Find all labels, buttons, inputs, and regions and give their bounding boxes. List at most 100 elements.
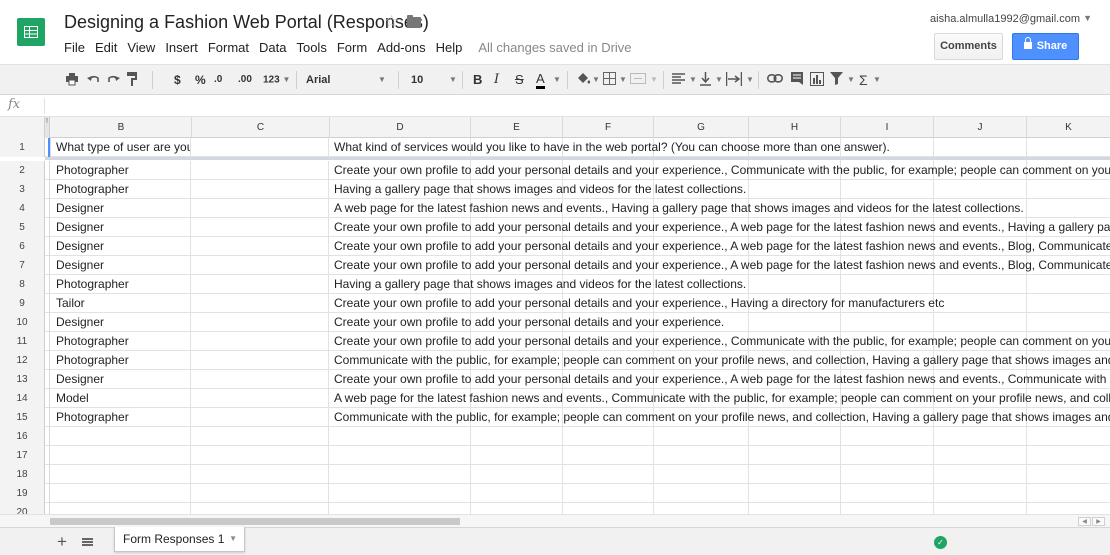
cell-c[interactable] (191, 199, 329, 218)
cell-c[interactable] (191, 275, 329, 294)
cell-c[interactable] (191, 370, 329, 389)
menu-data[interactable]: Data (259, 40, 286, 58)
select-all-corner[interactable] (0, 117, 45, 138)
percent-format-button[interactable]: % (195, 71, 206, 89)
insert-comment-icon[interactable] (791, 72, 803, 90)
insert-chart-icon[interactable] (810, 72, 824, 90)
cell-d[interactable] (329, 427, 1110, 446)
column-header-g[interactable]: G (654, 117, 749, 138)
save-status[interactable]: All changes saved in Drive (478, 40, 631, 58)
all-sheets-icon[interactable] (82, 538, 93, 546)
cell-b[interactable] (50, 427, 191, 446)
folder-icon[interactable] (407, 15, 421, 28)
cell-c[interactable] (191, 313, 329, 332)
cell-d[interactable]: Create your own profile to add your pers… (329, 218, 1110, 237)
row-header[interactable]: 17 (0, 446, 45, 465)
scrollbar-thumb[interactable] (50, 518, 460, 525)
borders-icon[interactable] (603, 72, 616, 90)
column-header-k[interactable]: K (1027, 117, 1110, 138)
cell-d[interactable] (329, 484, 1110, 503)
currency-format-button[interactable]: $ (174, 71, 181, 89)
formula-input[interactable] (44, 98, 1104, 114)
menu-form[interactable]: Form (337, 40, 367, 58)
decrease-decimals-button[interactable]: .0 (214, 71, 222, 89)
row-header[interactable]: 3 (0, 180, 45, 199)
account-dropdown-icon[interactable]: ▼ (1083, 13, 1092, 23)
cell-c[interactable] (191, 351, 329, 370)
cell-d[interactable]: Create your own profile to add your pers… (329, 313, 1110, 332)
cell-b[interactable]: Designer (50, 256, 191, 275)
menu-tools[interactable]: Tools (296, 40, 326, 58)
cell-c[interactable] (191, 408, 329, 427)
undo-icon[interactable] (87, 73, 100, 91)
column-header-d[interactable]: D (330, 117, 471, 138)
row-header[interactable]: 14 (0, 389, 45, 408)
cell-b[interactable]: Photographer (50, 351, 191, 370)
cell-d[interactable] (329, 465, 1110, 484)
filter-icon[interactable] (830, 72, 843, 90)
row-header[interactable]: 10 (0, 313, 45, 332)
row-header[interactable]: 12 (0, 351, 45, 370)
add-sheet-button[interactable]: + (57, 533, 67, 550)
cell-b[interactable]: Designer (50, 199, 191, 218)
row-header[interactable]: 2 (0, 161, 45, 180)
spreadsheet-grid[interactable]: ! B C D E F G H I J K 1 What type of use… (0, 117, 1110, 514)
column-header-j[interactable]: J (934, 117, 1027, 138)
cell-d[interactable]: Communicate with the public, for example… (329, 408, 1110, 427)
row-header[interactable]: 7 (0, 256, 45, 275)
column-header-i[interactable]: I (841, 117, 934, 138)
cell-b[interactable]: What type of user are you? (50, 138, 191, 157)
cell-d[interactable]: A web page for the latest fashion news a… (329, 199, 1110, 218)
frozen-row-divider[interactable] (45, 157, 1110, 160)
row-header[interactable]: 11 (0, 332, 45, 351)
cell-d[interactable]: Having a gallery page that shows images … (329, 275, 1110, 294)
row-header[interactable]: 18 (0, 465, 45, 484)
cell-d[interactable] (329, 503, 1110, 514)
chevron-down-icon[interactable]: ▼ (229, 527, 237, 551)
text-color-dropdown-icon[interactable]: ▼ (553, 71, 561, 89)
cell-b[interactable]: Photographer (50, 161, 191, 180)
text-wrapping-dropdown-icon[interactable]: ▼ (746, 71, 754, 89)
fill-color-icon[interactable] (576, 72, 590, 90)
cell-d[interactable]: Having a gallery page that shows images … (329, 180, 1110, 199)
sheet-tab-form-responses-1[interactable]: Form Responses 1 ▼ (114, 527, 245, 552)
cell-b[interactable]: Tailor (50, 294, 191, 313)
italic-button[interactable]: I (494, 71, 499, 89)
cell-c[interactable] (191, 503, 329, 514)
star-icon[interactable]: ☆ (384, 12, 399, 32)
cell-b[interactable]: Photographer (50, 275, 191, 294)
comments-button[interactable]: Comments (934, 33, 1003, 60)
menu-insert[interactable]: Insert (165, 40, 198, 58)
cell-c[interactable] (191, 237, 329, 256)
cell-c[interactable] (191, 218, 329, 237)
row-header[interactable]: 8 (0, 275, 45, 294)
cell-b[interactable] (50, 446, 191, 465)
row-header[interactable]: 20 (0, 503, 45, 514)
cell-c[interactable] (191, 332, 329, 351)
print-icon[interactable] (66, 73, 78, 91)
font-family-dropdown-icon[interactable]: ▼ (378, 71, 386, 89)
cell-b[interactable]: Photographer (50, 332, 191, 351)
link-icon[interactable] (767, 74, 783, 92)
menu-format[interactable]: Format (208, 40, 249, 58)
functions-dropdown-icon[interactable]: ▼ (873, 71, 881, 89)
row-header[interactable]: 13 (0, 370, 45, 389)
row-header[interactable]: 1 (0, 138, 45, 157)
cell-c[interactable] (191, 465, 329, 484)
text-color-button[interactable]: A (536, 71, 545, 89)
scroll-right-icon[interactable]: ▶ (1092, 517, 1105, 526)
document-title[interactable]: Designing a Fashion Web Portal (Response… (64, 12, 429, 33)
menu-add-ons[interactable]: Add-ons (377, 40, 425, 58)
cell-c[interactable] (191, 256, 329, 275)
sheets-logo-icon[interactable] (17, 18, 45, 46)
cell-d[interactable]: Create your own profile to add your pers… (329, 332, 1110, 351)
row-header[interactable]: 16 (0, 427, 45, 446)
horizontal-scrollbar[interactable]: ◀ ▶ (0, 514, 1110, 527)
cell-b[interactable]: Photographer (50, 408, 191, 427)
menu-view[interactable]: View (127, 40, 155, 58)
fill-color-dropdown-icon[interactable]: ▼ (592, 71, 600, 89)
cell-b[interactable]: Designer (50, 313, 191, 332)
vertical-align-icon[interactable] (700, 72, 711, 90)
cell-d[interactable] (329, 446, 1110, 465)
bold-button[interactable]: B (473, 71, 482, 89)
